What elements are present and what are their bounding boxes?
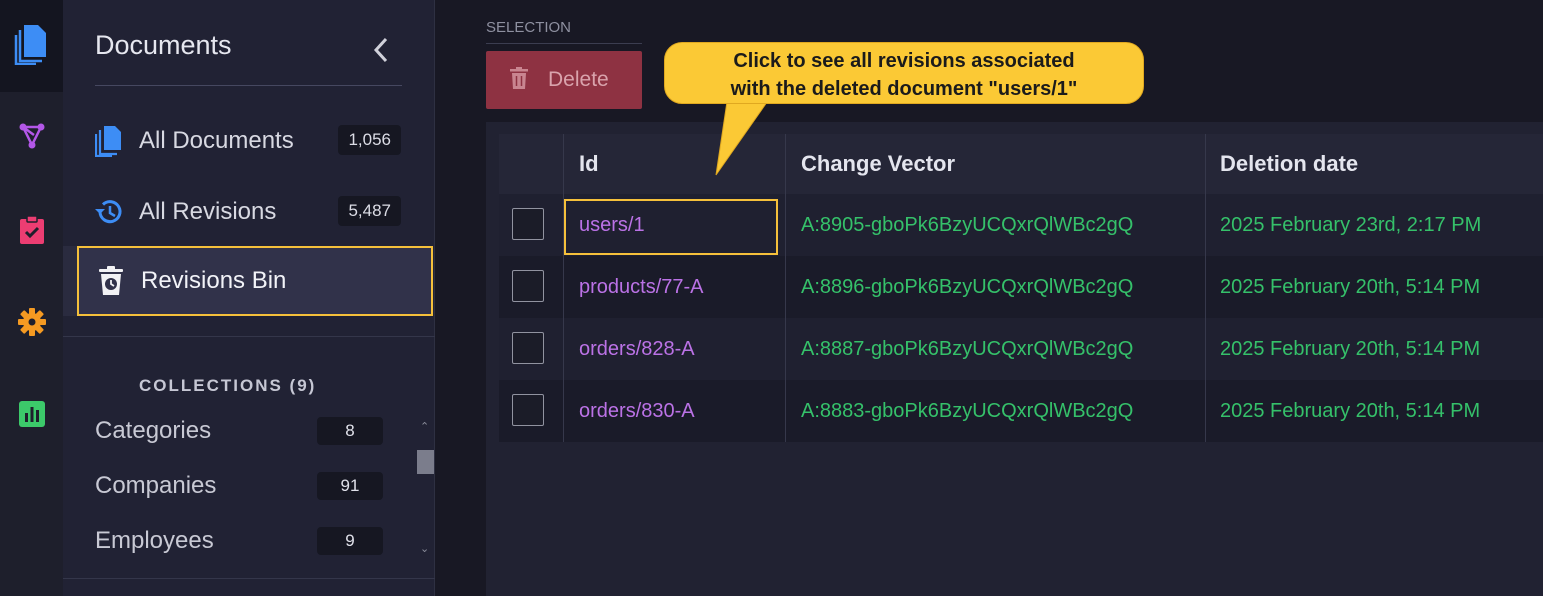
tasks-icon [19, 215, 45, 249]
row-checkbox[interactable] [512, 270, 544, 302]
column-header-deletion-date[interactable]: Deletion date [1220, 134, 1358, 194]
row-checkbox[interactable] [512, 394, 544, 426]
nav-label: All Documents [139, 127, 294, 154]
revisions-bin-grid: Id Change Vector Deletion date users/1 A… [486, 122, 1543, 596]
rail-settings[interactable] [0, 278, 63, 370]
collection-label: Categories [95, 417, 212, 444]
grid-body: Id Change Vector Deletion date users/1 A… [499, 122, 1543, 596]
collection-count-badge: 91 [317, 472, 383, 500]
collection-label: Companies [95, 472, 217, 499]
stats-icon [18, 401, 45, 431]
callout-line-2: with the deleted document "users/1" [730, 78, 1078, 100]
deletion-date-cell: 2025 February 20th, 5:14 PM [1220, 400, 1481, 422]
collections-scrollbar[interactable]: ⌃ ⌄ [416, 416, 434, 560]
table-row[interactable]: products/77-A A:8896-gboPk6BzyUCQxrQlWBc… [499, 256, 1543, 318]
rail-tasks[interactable] [0, 186, 63, 278]
title-divider [95, 85, 402, 86]
column-header-change-vector[interactable]: Change Vector [801, 134, 955, 194]
nav-count-badge: 5,487 [338, 196, 401, 226]
revisions-bin-icon [87, 266, 135, 296]
change-vector-cell: A:8887-gboPk6BzyUCQxrQlWBc2gQ [801, 338, 1134, 360]
document-id-link[interactable]: orders/828-A [579, 318, 695, 380]
documents-sidebar: Documents All Documents 1,056 All Revisi… [63, 0, 435, 596]
grid-header [499, 134, 1543, 194]
scrollbar-thumb[interactable] [417, 450, 434, 474]
delete-label: Delete [548, 68, 609, 91]
collections-heading: COLLECTIONS (9) [139, 376, 317, 395]
sidebar-divider [63, 336, 435, 337]
documents-icon [85, 125, 133, 157]
collection-count-badge: 8 [317, 417, 383, 445]
nav-revisions-bin[interactable]: Revisions Bin [77, 246, 433, 316]
document-id-link[interactable]: orders/830-A [579, 380, 695, 442]
callout-line-1: Click to see all revisions associated [733, 50, 1075, 72]
settings-icon [17, 308, 46, 340]
collection-item-companies[interactable]: Companies 91 [95, 464, 395, 508]
nav-all-documents[interactable]: All Documents 1,056 [77, 108, 433, 174]
deletion-date-cell: 2025 February 23rd, 2:17 PM [1220, 214, 1482, 236]
nav-label: All Revisions [139, 198, 277, 225]
column-separator [785, 134, 786, 442]
collection-count-badge: 9 [317, 527, 383, 555]
column-separator [563, 134, 564, 442]
change-vector-cell: A:8883-gboPk6BzyUCQxrQlWBc2gQ [801, 400, 1134, 422]
delete-button[interactable]: Delete [486, 51, 642, 109]
document-id-link[interactable]: products/77-A [579, 256, 704, 318]
indexes-icon [18, 122, 46, 154]
rail-indexes[interactable] [0, 92, 63, 184]
nav-label: Revisions Bin [141, 267, 287, 294]
table-row[interactable]: orders/828-A A:8887-gboPk6BzyUCQxrQlWBc2… [499, 318, 1543, 380]
row-checkbox[interactable] [512, 332, 544, 364]
sidebar-bottom-divider [63, 578, 435, 579]
deletion-date-cell: 2025 February 20th, 5:14 PM [1220, 338, 1481, 360]
table-row[interactable]: users/1 A:8905-gboPk6BzyUCQxrQlWBc2gQ 20… [499, 194, 1543, 256]
trash-icon [510, 67, 528, 93]
scroll-down-icon[interactable]: ⌄ [420, 542, 429, 555]
table-row[interactable]: orders/830-A A:8883-gboPk6BzyUCQxrQlWBc2… [499, 380, 1543, 442]
documents-icon [14, 23, 50, 69]
nav-count-badge: 1,056 [338, 125, 401, 155]
collapse-sidebar-button[interactable] [363, 30, 399, 74]
callout-pointer [715, 95, 773, 176]
revisions-history-icon [85, 198, 133, 226]
scroll-up-icon[interactable]: ⌃ [420, 420, 429, 433]
row-checkbox[interactable] [512, 208, 544, 240]
document-id-link[interactable]: users/1 [579, 194, 645, 256]
collection-item-categories[interactable]: Categories 8 [95, 409, 395, 453]
selected-indicator [63, 246, 77, 316]
collection-item-employees[interactable]: Employees 9 [95, 519, 395, 563]
sidebar-title: Documents [95, 30, 232, 60]
rail-documents[interactable] [0, 0, 63, 92]
icon-rail [0, 0, 63, 596]
chevron-left-icon [373, 37, 389, 67]
change-vector-cell: A:8905-gboPk6BzyUCQxrQlWBc2gQ [801, 214, 1134, 236]
selection-label: SELECTION [486, 19, 572, 36]
nav-all-revisions[interactable]: All Revisions 5,487 [77, 179, 433, 245]
tooltip-callout: Click to see all revisions associated wi… [664, 42, 1144, 104]
rail-stats[interactable] [0, 370, 63, 462]
column-separator [1205, 134, 1206, 442]
collection-label: Employees [95, 527, 214, 554]
change-vector-cell: A:8896-gboPk6BzyUCQxrQlWBc2gQ [801, 276, 1134, 298]
deletion-date-cell: 2025 February 20th, 5:14 PM [1220, 276, 1481, 298]
column-header-id[interactable]: Id [579, 134, 599, 194]
selection-divider [486, 43, 642, 44]
